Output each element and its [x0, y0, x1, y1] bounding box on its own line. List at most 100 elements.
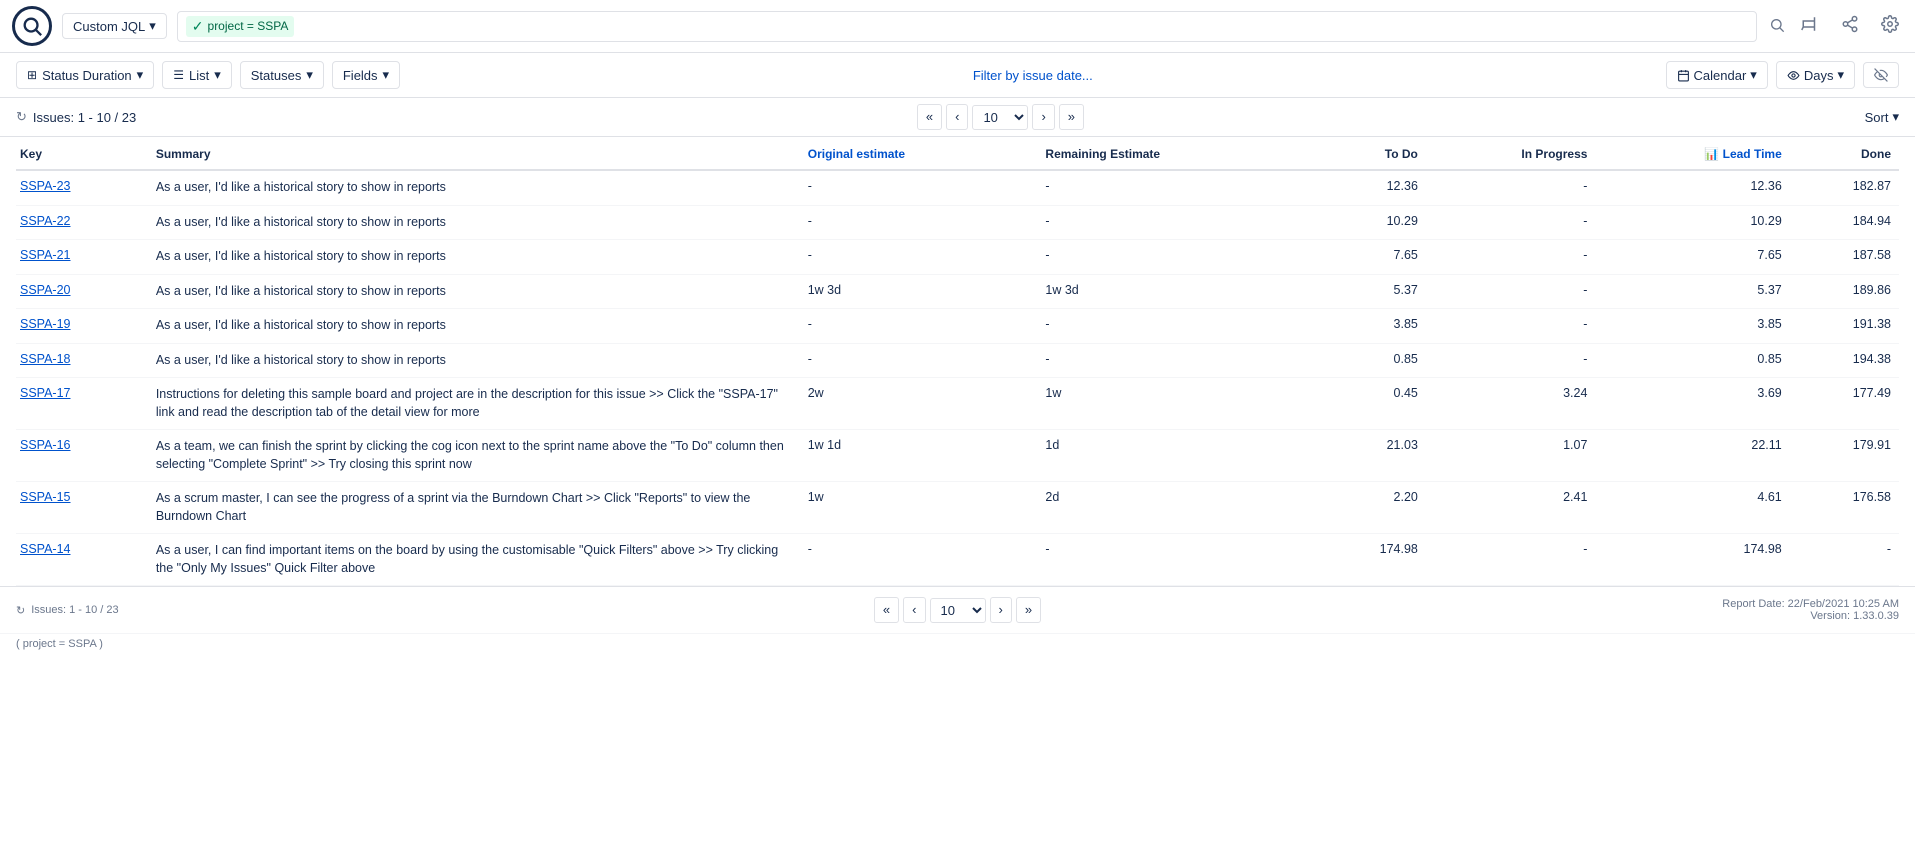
bottom-prev-page-button[interactable]: ‹: [903, 597, 925, 623]
prev-page-button[interactable]: ‹: [946, 104, 968, 130]
last-page-button[interactable]: »: [1059, 104, 1084, 130]
grid-icon: ⊞: [27, 68, 37, 82]
table-row: SSPA-23 As a user, I'd like a historical …: [16, 170, 1899, 205]
bottom-next-page-button[interactable]: ›: [990, 597, 1012, 623]
table-cell: -: [804, 309, 1042, 344]
table-cell-summary: As a team, we can finish the sprint by c…: [152, 430, 804, 482]
issue-key-link[interactable]: SSPA-19: [20, 317, 71, 331]
issue-key-link[interactable]: SSPA-18: [20, 352, 71, 366]
summary-text: As a user, I'd like a historical story t…: [156, 353, 446, 367]
issue-key-link[interactable]: SSPA-20: [20, 283, 71, 297]
table-cell: 2.41: [1426, 482, 1596, 534]
summary-text: As a user, I'd like a historical story t…: [156, 284, 446, 298]
per-page-select[interactable]: 10 25 50 100: [972, 105, 1028, 130]
table-cell: 179.91: [1790, 430, 1899, 482]
table-cell: 1w 1d: [804, 430, 1042, 482]
footer-refresh-icon[interactable]: ↻: [16, 604, 25, 617]
filter-by-date-button[interactable]: Filter by issue date...: [973, 68, 1093, 83]
issues-count-text: Issues: 1 - 10 / 23: [33, 110, 136, 125]
table-cell: 5.37: [1317, 274, 1426, 309]
issue-key-link[interactable]: SSPA-23: [20, 179, 71, 193]
table-cell: SSPA-16: [16, 430, 152, 482]
table-cell-summary: As a scrum master, I can see the progres…: [152, 482, 804, 534]
table-row: SSPA-17 Instructions for deleting this sa…: [16, 378, 1899, 430]
chevron-down-icon: ▾: [214, 67, 221, 83]
issue-key-link[interactable]: SSPA-21: [20, 248, 71, 262]
table-cell: SSPA-18: [16, 343, 152, 378]
table-cell: -: [1041, 309, 1316, 344]
table-cell: 0.85: [1595, 343, 1789, 378]
share-button[interactable]: [1837, 11, 1863, 42]
col-original-estimate: Original estimate: [804, 137, 1042, 170]
issue-key-link[interactable]: SSPA-17: [20, 386, 71, 400]
table-cell: 5.37: [1595, 274, 1789, 309]
fields-button[interactable]: Fields ▾: [332, 61, 400, 89]
table-cell: SSPA-14: [16, 534, 152, 586]
custom-jql-button[interactable]: Custom JQL ▾: [62, 13, 167, 39]
issue-key-link[interactable]: SSPA-14: [20, 542, 71, 556]
table-cell: 1w: [804, 482, 1042, 534]
table-cell: -: [1426, 534, 1596, 586]
table-cell: -: [1041, 534, 1316, 586]
bottom-last-page-button[interactable]: »: [1016, 597, 1041, 623]
calendar-button[interactable]: Calendar ▾: [1666, 61, 1768, 89]
table-cell: 3.69: [1595, 378, 1789, 430]
col-todo: To Do: [1317, 137, 1426, 170]
megaphone-button[interactable]: [1797, 11, 1823, 42]
jql-input-wrapper: ✓ project = SSPA: [177, 11, 1757, 42]
list-icon: ☰: [173, 68, 184, 82]
list-button[interactable]: ☰ List ▾: [162, 61, 232, 89]
sort-button[interactable]: Sort ▾: [1865, 109, 1899, 125]
visibility-button[interactable]: [1863, 62, 1899, 88]
table-cell: 7.65: [1595, 240, 1789, 275]
top-pagination: « ‹ 10 25 50 100 › »: [917, 104, 1084, 130]
custom-jql-label: Custom JQL: [73, 19, 145, 34]
footer-left: ↻ Issues: 1 - 10 / 23: [16, 604, 119, 617]
table-cell: -: [1041, 343, 1316, 378]
version: Version: 1.33.0.39: [1722, 610, 1899, 622]
table-cell: -: [1041, 170, 1316, 205]
table-cell: -: [1041, 205, 1316, 240]
col-in-progress: In Progress: [1426, 137, 1596, 170]
table-cell: 7.65: [1317, 240, 1426, 275]
bottom-per-page-select[interactable]: 10 25 50 100: [930, 598, 986, 623]
status-duration-button[interactable]: ⊞ Status Duration ▾: [16, 61, 154, 89]
table-cell-summary: As a user, I'd like a historical story t…: [152, 343, 804, 378]
jql-input[interactable]: [300, 19, 1748, 34]
table-cell-summary: As a user, I can find important items on…: [152, 534, 804, 586]
calendar-icon: [1677, 69, 1690, 82]
table-cell: SSPA-15: [16, 482, 152, 534]
table-row: SSPA-14 As a user, I can find important i…: [16, 534, 1899, 586]
table-cell: -: [804, 170, 1042, 205]
table-row: SSPA-18 As a user, I'd like a historical …: [16, 343, 1899, 378]
table-row: SSPA-16 As a team, we can finish the spri…: [16, 430, 1899, 482]
table-cell: -: [1426, 274, 1596, 309]
settings-button[interactable]: [1877, 11, 1903, 42]
bottom-first-page-button[interactable]: «: [874, 597, 899, 623]
footer-right: Report Date: 22/Feb/2021 10:25 AM Versio…: [1722, 598, 1899, 622]
table-cell: SSPA-22: [16, 205, 152, 240]
table-cell: 0.85: [1317, 343, 1426, 378]
table-row: SSPA-22As a user, I'd like a historical …: [16, 205, 1899, 240]
table-cell: 2d: [1041, 482, 1316, 534]
table-cell: -: [1426, 170, 1596, 205]
statuses-button[interactable]: Statuses ▾: [240, 61, 324, 89]
issue-key-link[interactable]: SSPA-16: [20, 438, 71, 452]
table-cell-summary: As a user, I'd like a historical story t…: [152, 170, 804, 205]
table-cell: 1w 3d: [1041, 274, 1316, 309]
first-page-button[interactable]: «: [917, 104, 942, 130]
search-button[interactable]: [1767, 15, 1787, 38]
days-button[interactable]: Days ▾: [1776, 61, 1855, 89]
refresh-icon[interactable]: ↻: [16, 109, 27, 125]
check-icon: ✓: [192, 18, 204, 35]
next-page-button[interactable]: ›: [1032, 104, 1054, 130]
table-cell: 1.07: [1426, 430, 1596, 482]
table-cell: SSPA-20: [16, 274, 152, 309]
table-cell: 1w: [1041, 378, 1316, 430]
bottom-bar: ( project = SSPA ): [0, 633, 1915, 654]
chevron-down-icon: ▾: [306, 67, 313, 83]
issue-key-link[interactable]: SSPA-22: [20, 214, 71, 228]
issue-key-link[interactable]: SSPA-15: [20, 490, 71, 504]
col-remaining-estimate: Remaining Estimate: [1041, 137, 1316, 170]
table-cell-summary: Instructions for deleting this sample bo…: [152, 378, 804, 430]
